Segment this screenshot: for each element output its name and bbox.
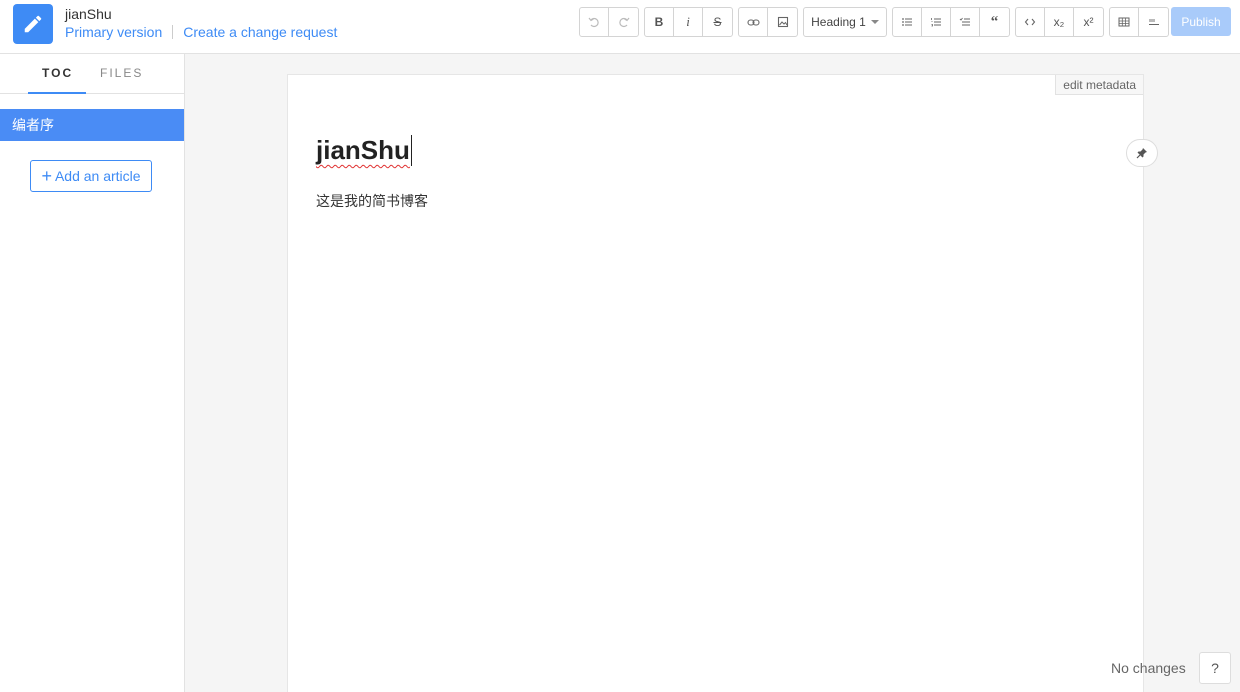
tab-files[interactable]: FILES (100, 66, 143, 80)
table-button[interactable] (1110, 8, 1139, 36)
strikethrough-button[interactable]: S (703, 8, 732, 36)
create-change-request-link[interactable]: Create a change request (183, 24, 337, 40)
code-icon (1024, 18, 1036, 26)
image-icon (777, 16, 788, 28)
document-body-paragraph[interactable]: 这是我的简书博客 (316, 191, 428, 211)
bold-button[interactable]: B (645, 8, 674, 36)
add-article-label: Add an article (54, 168, 141, 184)
pencil-logo-icon[interactable] (13, 4, 53, 44)
insert-group (738, 7, 798, 37)
pin-button[interactable] (1126, 139, 1158, 167)
link-icon (746, 18, 760, 26)
bullet-list-icon (902, 18, 912, 26)
chevron-down-icon (870, 20, 879, 24)
image-button[interactable] (768, 8, 797, 36)
top-bar: jianShu Primary version Create a change … (0, 0, 1240, 54)
heading-select-label: Heading 1 (811, 15, 866, 29)
numbered-list-icon (931, 18, 941, 27)
save-status: No changes (1111, 660, 1186, 676)
subscript-button[interactable]: x₂ (1045, 8, 1074, 36)
redo-icon (618, 17, 629, 28)
divider (172, 25, 174, 39)
document-title[interactable]: jianShu (316, 135, 412, 166)
primary-version-link[interactable]: Primary version (65, 24, 162, 40)
version-row: Primary version Create a change request (65, 24, 337, 40)
history-group (579, 7, 639, 37)
horizontal-rule-button[interactable] (1139, 8, 1168, 36)
format-group: B i S (644, 7, 733, 37)
editor-page[interactable]: edit metadata jianShu 这是我的简书博客 (287, 74, 1144, 692)
plus-icon: + (41, 166, 52, 186)
italic-button[interactable]: i (674, 8, 703, 36)
blockquote-button[interactable]: “ (980, 8, 1009, 36)
toc-item[interactable]: 编者序 (0, 109, 184, 141)
quote-icon: “ (990, 13, 999, 30)
editor-toolbar: B i S Heading 1 “ x₂ x² (579, 7, 1174, 37)
task-list-icon (959, 17, 970, 26)
publish-button[interactable]: Publish (1171, 7, 1231, 36)
sidebar-tabs: TOC FILES (0, 54, 184, 94)
list-group: “ (892, 7, 1010, 37)
horizontal-rule-icon (1148, 19, 1159, 25)
task-list-button[interactable] (951, 8, 980, 36)
bullet-list-button[interactable] (893, 8, 922, 36)
table-group (1109, 7, 1169, 37)
document-title-text: jianShu (316, 135, 410, 165)
book-title: jianShu (65, 6, 112, 22)
undo-icon (588, 17, 599, 28)
add-article-button[interactable]: + Add an article (30, 160, 152, 192)
link-button[interactable] (739, 8, 768, 36)
numbered-list-button[interactable] (922, 8, 951, 36)
superscript-button[interactable]: x² (1074, 8, 1103, 36)
code-button[interactable] (1016, 8, 1045, 36)
active-tab-indicator (28, 92, 86, 94)
pin-icon (1136, 148, 1147, 159)
edit-metadata-button[interactable]: edit metadata (1055, 75, 1143, 95)
table-icon (1118, 17, 1130, 27)
redo-button[interactable] (609, 8, 638, 36)
undo-button[interactable] (580, 8, 609, 36)
code-group: x₂ x² (1015, 7, 1104, 37)
tab-toc[interactable]: TOC (42, 66, 73, 80)
heading-select[interactable]: Heading 1 (803, 7, 887, 37)
sidebar: TOC FILES 编者序 + Add an article (0, 54, 185, 692)
help-button[interactable]: ? (1199, 652, 1231, 684)
